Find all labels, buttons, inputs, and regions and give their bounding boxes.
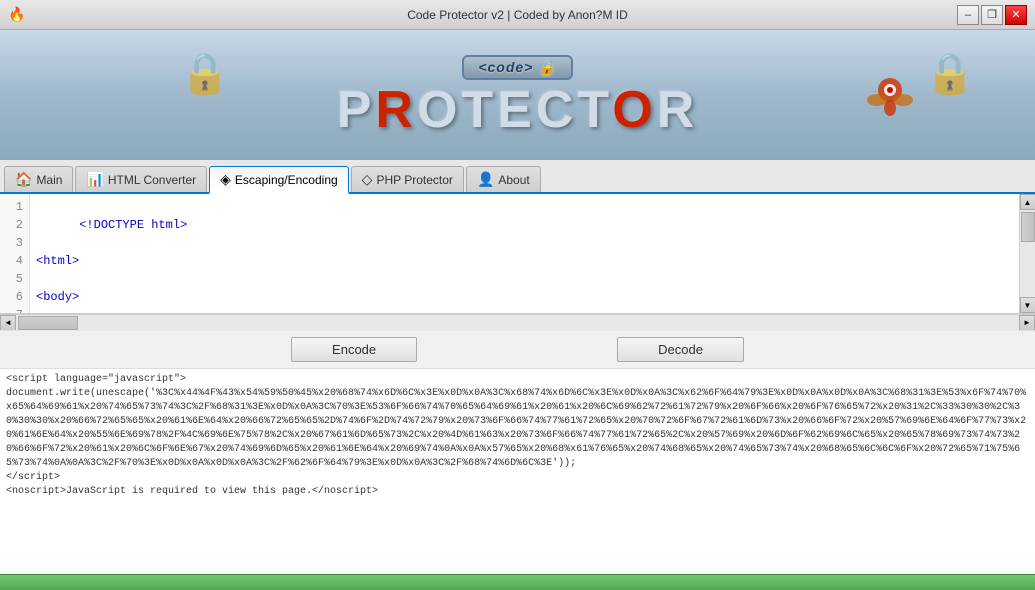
code-input[interactable]: <!DOCTYPE html> <html> <body> <h1>Softpe…	[30, 194, 1019, 313]
tab-about-label: About	[498, 173, 529, 187]
tab-about[interactable]: 👤 About	[466, 166, 541, 192]
encode-button[interactable]: Encode	[291, 337, 417, 362]
tab-escaping-label: Escaping/Encoding	[235, 173, 338, 187]
scroll-left-arrow[interactable]: ◄	[0, 315, 16, 331]
action-buttons: Encode Decode	[0, 330, 1035, 369]
scroll-down-arrow[interactable]: ▼	[1020, 297, 1035, 313]
line-num: 7	[6, 306, 23, 314]
banner: 🔒 <code> 🔒 PROTECTOR 🔒	[0, 30, 1035, 160]
scroll-thumb[interactable]	[1021, 212, 1035, 242]
tab-main-label: Main	[36, 173, 62, 187]
minimize-button[interactable]: –	[957, 5, 979, 25]
scroll-track[interactable]	[1020, 210, 1035, 297]
banner-title: PROTECTOR	[337, 84, 699, 136]
app-icon: 🔥	[8, 6, 25, 23]
scroll-right-arrow[interactable]: ►	[1019, 315, 1035, 331]
banner-content: <code> 🔒 PROTECTOR	[337, 55, 699, 136]
line-num: 3	[6, 234, 23, 252]
tab-main-icon: 🏠	[15, 171, 32, 188]
hscroll-thumb[interactable]	[18, 316, 78, 330]
title-bar-controls: – ❐ ✕	[957, 5, 1027, 25]
output-area[interactable]: <script language="javascript"> document.…	[0, 369, 1035, 574]
tab-about-icon: 👤	[477, 171, 494, 188]
lock-icon-left: 🔒	[180, 50, 230, 97]
vertical-scrollbar[interactable]: ▲ ▼	[1019, 194, 1035, 313]
tab-main[interactable]: 🏠 Main	[4, 166, 73, 192]
tab-html-converter[interactable]: 📊 HTML Converter	[75, 166, 207, 192]
title-bar-left: 🔥	[8, 6, 25, 23]
horizontal-scrollbar[interactable]: ◄ ►	[0, 314, 1035, 330]
main-content: 1 2 3 4 5 6 7 <!DOCTYPE html> <html> <bo…	[0, 194, 1035, 574]
tabs-bar: 🏠 Main 📊 HTML Converter ◈ Escaping/Encod…	[0, 160, 1035, 194]
hscroll-track[interactable]	[16, 315, 1019, 331]
line-numbers: 1 2 3 4 5 6 7	[0, 194, 30, 313]
line-num: 2	[6, 216, 23, 234]
scroll-up-arrow[interactable]: ▲	[1020, 194, 1035, 210]
close-button[interactable]: ✕	[1005, 5, 1027, 25]
tab-php-protector[interactable]: ◇ PHP Protector	[351, 166, 464, 192]
decode-button[interactable]: Decode	[617, 337, 744, 362]
garuda-emblem	[865, 70, 915, 120]
lock-icon-right: 🔒	[925, 50, 975, 97]
tab-php-icon: ◇	[362, 171, 373, 188]
title-bar: 🔥 Code Protector v2 | Coded by Anon?M ID…	[0, 0, 1035, 30]
tab-html-icon: 📊	[86, 171, 103, 188]
line-num: 5	[6, 270, 23, 288]
tab-escaping-icon: ◈	[220, 171, 231, 188]
line-num: 6	[6, 288, 23, 306]
tab-html-label: HTML Converter	[108, 173, 196, 187]
line-num: 4	[6, 252, 23, 270]
line-num: 1	[6, 198, 23, 216]
title-bar-title: Code Protector v2 | Coded by Anon?M ID	[407, 8, 628, 22]
code-editor: 1 2 3 4 5 6 7 <!DOCTYPE html> <html> <bo…	[0, 194, 1035, 314]
tab-escaping[interactable]: ◈ Escaping/Encoding	[209, 166, 349, 194]
status-bar	[0, 574, 1035, 590]
code-tag-badge: <code> 🔒	[462, 55, 572, 80]
tab-php-label: PHP Protector	[376, 173, 452, 187]
restore-button[interactable]: ❐	[981, 5, 1003, 25]
